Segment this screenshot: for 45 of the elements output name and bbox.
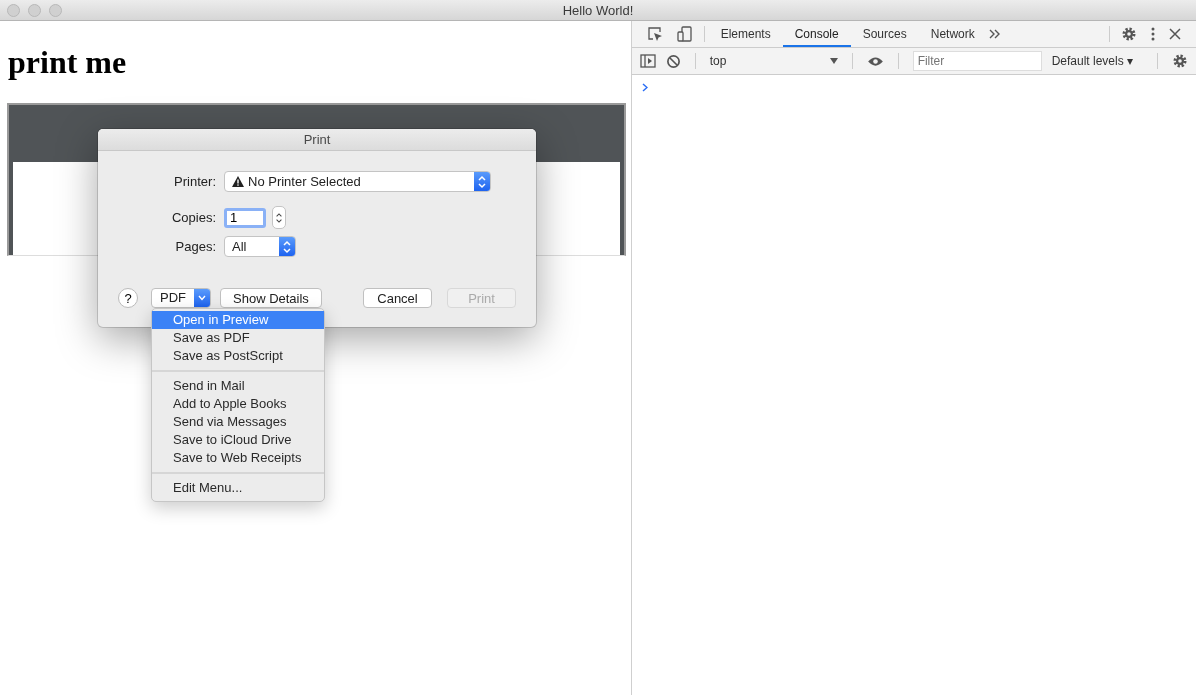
filter-field[interactable]: Filter [912, 51, 1042, 71]
close-icon[interactable] [1169, 28, 1181, 40]
pdf-menu-button[interactable]: PDF [151, 288, 211, 308]
printer-select[interactable]: No Printer Selected [224, 171, 491, 192]
eye-icon[interactable] [866, 55, 884, 67]
caret-icon [194, 289, 210, 307]
menu-item[interactable]: Send via Messages [152, 413, 324, 431]
help-button[interactable]: ? [118, 288, 138, 308]
updown-icon [279, 237, 295, 256]
window-title: Hello World! [562, 2, 634, 18]
inspect-element-icon[interactable] [646, 26, 663, 42]
warning-icon [232, 176, 244, 187]
menu-item[interactable]: Add to Apple Books [152, 395, 324, 413]
menu-item[interactable]: Save to Web Receipts [152, 449, 324, 467]
more-options-icon[interactable] [1151, 26, 1155, 42]
menu-item[interactable]: Save to iCloud Drive [152, 431, 324, 449]
menu-item[interactable]: Save as PostScript [152, 347, 324, 365]
menu-item[interactable]: Save as PDF [152, 329, 324, 347]
menu-item[interactable]: Open in Preview [152, 311, 324, 329]
settings-icon[interactable] [1121, 26, 1137, 42]
sidebar-toggle-icon[interactable] [639, 53, 656, 69]
cancel-button[interactable]: Cancel [363, 288, 432, 308]
dialog-title: Print [98, 129, 536, 151]
menu-item[interactable]: Edit Menu... [152, 479, 324, 497]
stepper-control[interactable] [272, 206, 286, 229]
menu-item[interactable]: Send in Mail [152, 377, 324, 395]
copies-label: Copies: [170, 210, 216, 225]
devtools-tab[interactable]: Network [918, 21, 987, 47]
dropdown-arrow-icon [829, 58, 838, 64]
copies-field[interactable]: 1 [224, 207, 266, 228]
device-toolbar-icon[interactable] [676, 26, 693, 42]
printer-label: Printer: [173, 174, 216, 189]
context-select[interactable]: top [709, 54, 838, 68]
prompt-chevron-icon [641, 83, 648, 92]
pages-select[interactable]: All [224, 236, 296, 257]
devtools-tab[interactable]: Elements [708, 21, 783, 47]
log-levels-dropdown[interactable]: Default levels ▾ [1051, 54, 1133, 68]
page-heading: print me [8, 43, 128, 82]
pages-label: Pages: [174, 239, 216, 254]
more-tabs-icon[interactable] [988, 29, 1001, 39]
show-details-button[interactable]: Show Details [220, 288, 322, 308]
settings-icon[interactable] [1172, 53, 1188, 69]
clear-console-icon[interactable] [665, 53, 681, 69]
updown-icon [474, 172, 490, 191]
devtools-tab[interactable]: Sources [850, 21, 919, 47]
